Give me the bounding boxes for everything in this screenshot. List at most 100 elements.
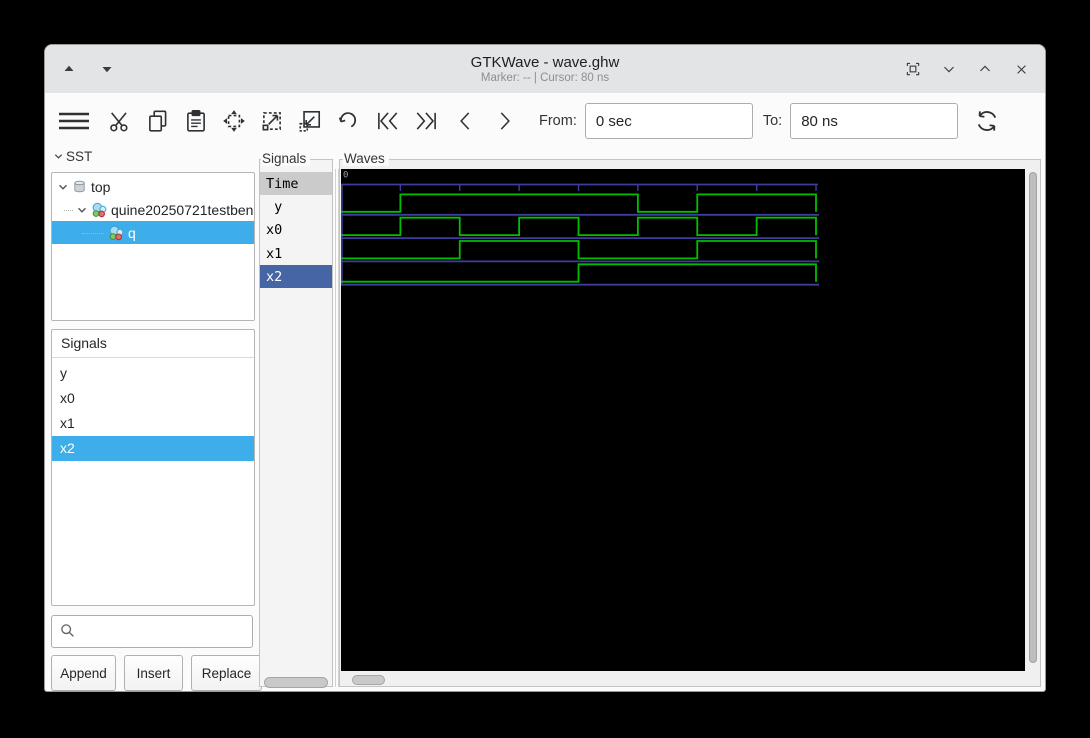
tree-item-label: quine20250721testbench	[111, 201, 254, 218]
wave-vscrollbar-track[interactable]	[1028, 170, 1038, 670]
signals-frame-label: Signals	[261, 151, 311, 166]
skip-to-start-icon	[378, 112, 398, 130]
wave-trace-x1	[341, 240, 817, 260]
action-buttons: Append Insert Replace	[51, 655, 262, 691]
signal-list-item-y[interactable]: y	[52, 361, 254, 386]
waves-panel: 0	[339, 159, 1041, 687]
chevron-down-icon	[944, 66, 954, 73]
tree-item-label: top	[91, 178, 111, 195]
to-input[interactable]	[790, 103, 959, 139]
signal-list-item-x0[interactable]: x0	[52, 386, 254, 411]
window-title: GTKWave - wave.ghw	[470, 53, 620, 71]
wave-name-x1[interactable]: x1	[260, 242, 332, 265]
signal-list-item-x1[interactable]: x1	[52, 411, 254, 436]
expander-icon[interactable]	[56, 181, 70, 193]
search-input[interactable]	[51, 615, 253, 648]
toolbar: From: To:	[45, 93, 1045, 149]
zoom-out-button[interactable]	[297, 104, 323, 138]
paste-icon	[187, 110, 205, 132]
wave-trace-x0	[341, 216, 817, 236]
zoom-fit-icon	[223, 110, 245, 132]
minimize-button[interactable]	[939, 59, 959, 79]
chevron-right-icon	[500, 112, 510, 130]
wave-name-panel: Time y x0 x1 x2	[259, 159, 333, 688]
window-subtitle: Marker: -- | Cursor: 80 ns	[480, 71, 610, 84]
wave-name-y[interactable]: y	[260, 195, 332, 218]
replace-button[interactable]: Replace	[191, 655, 262, 691]
sst-tree: top quine20250721testbench q	[51, 172, 255, 321]
tree-item-top[interactable]: top	[52, 175, 254, 198]
copy-button[interactable]	[145, 104, 171, 138]
wave-name-x2[interactable]: x2	[260, 265, 332, 289]
zoom-fit-button[interactable]	[221, 104, 247, 138]
triangle-down-icon	[102, 67, 112, 73]
time-origin-label: 0	[343, 171, 348, 181]
search-icon	[58, 621, 77, 640]
wave-name-label: y	[274, 198, 283, 215]
paste-button[interactable]	[183, 104, 209, 138]
zoom-out-icon	[299, 110, 321, 132]
from-input[interactable]	[584, 103, 753, 139]
sst-expander[interactable]: SST	[53, 149, 92, 164]
signal-search-list: y x0 x1 x2	[52, 358, 254, 461]
to-label: To:	[762, 113, 783, 129]
module-icon	[91, 202, 107, 218]
wave-name-x0[interactable]: x0	[260, 219, 332, 242]
chevron-up-icon	[980, 65, 990, 72]
wave-trace-x2	[341, 263, 817, 283]
reload-icon	[978, 111, 997, 131]
wave-canvas[interactable]: 0	[341, 169, 1025, 671]
keep-above-button[interactable]	[59, 59, 79, 79]
zoom-in-icon	[262, 112, 281, 131]
step-left-button[interactable]	[453, 104, 479, 138]
wave-hscrollbar[interactable]	[352, 675, 385, 685]
step-right-button[interactable]	[491, 104, 517, 138]
tree-connector	[82, 232, 104, 234]
menu-icon	[59, 112, 89, 130]
titlebar[interactable]: GTKWave - wave.ghw Marker: -- | Cursor: …	[45, 45, 1045, 94]
frame-corners-icon	[906, 62, 920, 76]
wave-trace-y	[341, 193, 817, 213]
signal-search-panel: Signals y x0 x1 x2	[51, 329, 255, 606]
scope-icon	[72, 179, 87, 194]
wave-vscrollbar[interactable]	[1029, 172, 1037, 663]
reload-button[interactable]	[972, 104, 1002, 138]
from-label: From:	[539, 113, 577, 129]
insert-button[interactable]: Insert	[124, 655, 183, 691]
sst-header-label: SST	[66, 149, 93, 164]
signal-list-item-x2[interactable]: x2	[52, 436, 254, 461]
skip-to-end-icon	[416, 112, 436, 130]
undo-icon	[338, 112, 357, 128]
pane-splitter[interactable]	[335, 169, 336, 687]
chevron-down-icon	[54, 154, 63, 159]
module-icon	[108, 225, 124, 241]
zoom-in-button[interactable]	[259, 104, 285, 138]
copy-icon	[149, 110, 167, 132]
keep-below-button[interactable]	[97, 59, 117, 79]
waves-frame-label: Waves	[343, 151, 389, 166]
tree-item-label: q	[128, 224, 136, 241]
menu-button[interactable]	[57, 104, 91, 138]
wave-hscrollbar-track[interactable]	[341, 674, 1040, 686]
wave-name-label: x2	[266, 268, 283, 285]
wave-name-label: x1	[266, 245, 283, 262]
close-icon	[1016, 64, 1026, 74]
append-button[interactable]: Append	[51, 655, 116, 691]
wave-name-hscrollbar[interactable]	[264, 677, 328, 688]
wave-name-label: x0	[266, 222, 283, 239]
time-header[interactable]: Time	[260, 172, 332, 196]
tree-item-quine20250721testbench[interactable]: quine20250721testbench	[52, 198, 254, 221]
waveform-svg: 0	[341, 171, 819, 286]
maximize-button[interactable]	[975, 59, 995, 79]
tree-item-q[interactable]: q	[52, 221, 254, 244]
go-to-end-button[interactable]	[413, 104, 441, 138]
cut-icon	[110, 112, 128, 132]
expander-icon[interactable]	[75, 204, 89, 216]
zoom-undo-button[interactable]	[335, 104, 361, 138]
close-button[interactable]	[1011, 59, 1031, 79]
search-panel-title: Signals	[52, 330, 254, 358]
go-to-start-button[interactable]	[373, 104, 401, 138]
cut-button[interactable]	[107, 104, 133, 138]
zoom-window-button[interactable]	[903, 59, 923, 79]
triangle-up-icon	[64, 65, 74, 71]
